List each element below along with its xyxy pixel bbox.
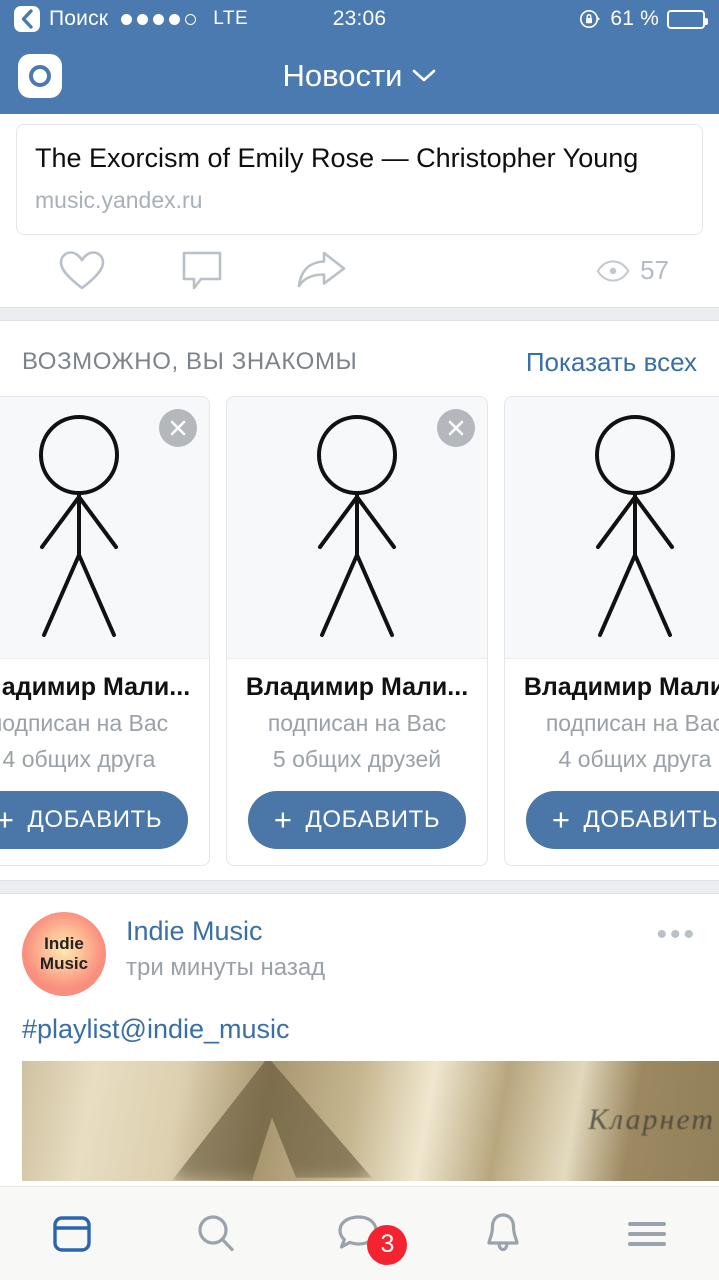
- suggestion-name: Владимир Мали...: [0, 672, 191, 701]
- app-root: Поиск LTE 23:06 61 % Новости The Exorcis…: [0, 0, 719, 1280]
- heart-icon: [59, 250, 105, 289]
- views-count: 57: [640, 255, 669, 286]
- link-domain: music.yandex.ru: [35, 186, 203, 213]
- chevron-down-icon: [412, 69, 435, 82]
- like-button[interactable]: [22, 249, 142, 293]
- post-link-preview: The Exorcism of Emily Rose — Christopher…: [0, 124, 719, 307]
- header-title-group[interactable]: Новости: [0, 58, 719, 94]
- post-header: Indie Music Indie Music три минуты назад…: [22, 911, 697, 996]
- people-you-may-know-section: ВОЗМОЖНО, ВЫ ЗНАКОМЫ Показать всех Влади…: [0, 320, 719, 880]
- stick-figure-avatar: [39, 415, 119, 638]
- network-type-label: LTE: [213, 8, 249, 29]
- bell-icon: [487, 1212, 519, 1251]
- comment-bubble-icon: [182, 251, 222, 289]
- photo-hand-shape: [172, 1060, 372, 1181]
- suggestion-body: Владимир Мали... подписан на Вас 5 общих д…: [227, 659, 487, 865]
- battery-icon: [667, 9, 708, 29]
- rotation-lock-icon: [580, 9, 601, 29]
- dismiss-suggestion-button[interactable]: [159, 408, 197, 447]
- close-icon: [448, 420, 464, 435]
- suggestion-relation: подписан на Вас: [267, 709, 447, 736]
- suggestion-avatar[interactable]: [227, 396, 487, 659]
- post-text-hashtag[interactable]: #playlist@indie_music: [22, 1014, 697, 1045]
- avatar[interactable]: Indie Music: [22, 911, 106, 996]
- suggestion-mutual: 4 общих друга: [2, 746, 156, 773]
- status-bar-left: Поиск LTE: [14, 6, 248, 32]
- battery-percent-label: 61 %: [610, 7, 659, 30]
- app-header: Новости: [0, 38, 719, 114]
- link-title: The Exorcism of Emily Rose — Christopher…: [35, 143, 639, 173]
- suggestion-body: Владимир Мали... подписан на Вас 4 общих д…: [0, 659, 209, 865]
- add-friend-button[interactable]: + ДОБАВИТЬ: [0, 790, 188, 849]
- views-counter: 57: [596, 255, 697, 286]
- add-friend-label: ДОБАВИТЬ: [27, 805, 163, 833]
- news-feed: The Exorcism of Emily Rose — Christopher…: [0, 124, 719, 1181]
- bottom-tab-bar: 3: [0, 1186, 719, 1280]
- back-label[interactable]: Поиск: [49, 7, 108, 31]
- tab-news-feed[interactable]: [0, 1211, 144, 1257]
- avatar-line-2: Music: [39, 953, 89, 973]
- camera-circle-icon[interactable]: [18, 54, 62, 98]
- suggestions-header: ВОЗМОЖНО, ВЫ ЗНАКОМЫ Показать всех: [0, 321, 719, 396]
- suggestion-card[interactable]: Владимир Мали... подписан на Вас 5 общих д…: [226, 395, 488, 866]
- hamburger-menu-icon: [628, 1221, 667, 1246]
- suggestion-name: Владимир Мали...: [245, 672, 469, 701]
- stick-figure-avatar: [317, 415, 397, 638]
- news-feed-icon: [53, 1215, 91, 1252]
- more-dots-icon[interactable]: •••: [656, 912, 697, 952]
- suggestion-card-list[interactable]: Владимир Мали... подписан на Вас 4 общих д…: [0, 395, 719, 866]
- status-bar: Поиск LTE 23:06 61 %: [0, 0, 719, 38]
- tab-search[interactable]: [144, 1211, 288, 1257]
- messages-badge: 3: [367, 1224, 408, 1265]
- suggestion-card[interactable]: Владимир Мали... подписан на Вас 4 общих д…: [504, 395, 719, 866]
- plus-icon: +: [551, 802, 571, 837]
- share-arrow-icon: [297, 251, 346, 287]
- add-friend-label: ДОБАВИТЬ: [583, 805, 719, 833]
- close-icon: [170, 420, 186, 435]
- plus-icon: +: [273, 802, 293, 837]
- avatar-line-1: Indie: [44, 934, 84, 954]
- suggestion-body: Владимир Мали... подписан на Вас 4 общих д…: [505, 659, 719, 865]
- post-actions-row: 57: [16, 235, 703, 307]
- share-button[interactable]: [262, 249, 382, 293]
- suggestion-relation: подписан на Вас: [0, 709, 169, 736]
- photo-handwriting: Кларнет: [588, 1102, 715, 1136]
- chevron-left-icon: [21, 9, 33, 29]
- section-divider: [0, 306, 719, 321]
- link-card[interactable]: The Exorcism of Emily Rose — Christopher…: [16, 124, 703, 235]
- eye-icon: [596, 260, 630, 282]
- plus-icon: +: [0, 804, 15, 835]
- post-timestamp: три минуты назад: [126, 953, 326, 981]
- search-icon: [198, 1214, 234, 1251]
- suggestions-title: ВОЗМОЖНО, ВЫ ЗНАКОМЫ: [22, 348, 358, 376]
- suggestion-avatar[interactable]: [0, 396, 209, 659]
- comment-button[interactable]: [142, 248, 262, 294]
- post-indie-music: Indie Music Indie Music три минуты назад…: [0, 893, 719, 1181]
- show-all-link[interactable]: Показать всех: [526, 347, 697, 378]
- post-author-meta: Indie Music три минуты назад: [126, 912, 325, 982]
- status-bar-right: 61 %: [578, 7, 708, 31]
- post-photo[interactable]: Кларнет: [22, 1060, 719, 1181]
- suggestion-mutual: 4 общих друга: [558, 746, 712, 773]
- back-to-search-button[interactable]: [14, 6, 40, 32]
- suggestion-relation: подписан на Вас: [545, 709, 719, 736]
- tab-messages[interactable]: 3: [288, 1211, 432, 1265]
- stick-figure-avatar: [595, 415, 675, 638]
- suggestion-mutual: 5 общих друзей: [272, 746, 442, 773]
- suggestion-name: Владимир Мали...: [523, 672, 719, 701]
- section-divider-2: [0, 879, 719, 894]
- tab-menu[interactable]: [575, 1216, 719, 1252]
- add-friend-button[interactable]: + ДОБАВИТЬ: [248, 790, 466, 849]
- signal-strength-icon: [121, 13, 197, 25]
- suggestion-card[interactable]: Владимир Мали... подписан на Вас 4 общих д…: [0, 395, 210, 866]
- add-friend-button[interactable]: + ДОБАВИТЬ: [526, 790, 719, 849]
- add-friend-label: ДОБАВИТЬ: [305, 805, 441, 833]
- story-ring-glyph: [29, 65, 51, 87]
- tab-notifications[interactable]: [431, 1210, 575, 1258]
- page-title: Новости: [282, 58, 403, 93]
- post-author-name[interactable]: Indie Music: [126, 916, 325, 947]
- dismiss-suggestion-button[interactable]: [437, 408, 475, 447]
- suggestion-avatar[interactable]: [505, 396, 719, 659]
